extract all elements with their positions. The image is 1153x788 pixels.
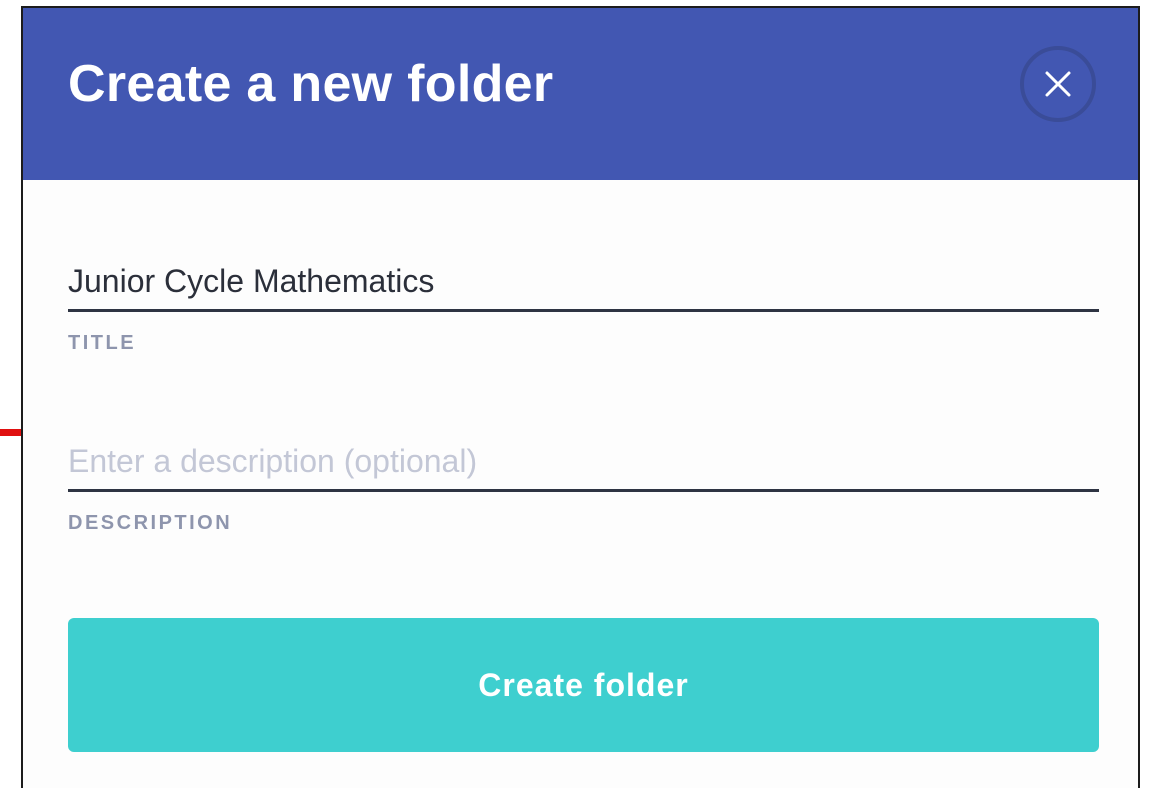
close-button[interactable]: [1020, 46, 1096, 122]
description-field-group: Enter a description (optional) DESCRIPTI…: [68, 422, 1099, 535]
create-folder-dialog: Create a new folder Junior Cycle Mathema…: [21, 6, 1140, 788]
title-label: TITLE: [68, 332, 137, 354]
title-field-group: Junior Cycle Mathematics TITLE: [68, 242, 1099, 355]
dialog-title: Create a new folder: [68, 55, 554, 113]
title-input[interactable]: Junior Cycle Mathematics: [68, 242, 1099, 312]
create-folder-button[interactable]: Create folder: [68, 618, 1099, 752]
description-label: DESCRIPTION: [68, 512, 233, 534]
screen: Create a new folder Junior Cycle Mathema…: [0, 0, 1153, 788]
dialog-header: Create a new folder: [23, 8, 1138, 180]
close-icon: [1045, 71, 1071, 97]
description-input[interactable]: Enter a description (optional): [68, 422, 1099, 492]
